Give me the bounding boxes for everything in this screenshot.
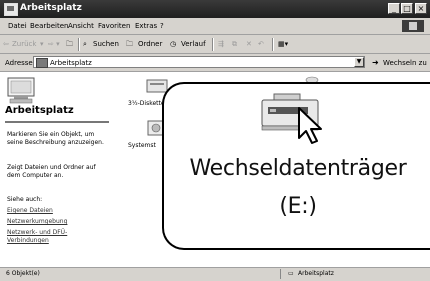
undo-icon[interactable]: ↶ bbox=[258, 40, 264, 48]
computer-icon bbox=[36, 58, 48, 68]
back-button[interactable]: Zurück bbox=[12, 40, 36, 48]
up-folder-icon[interactable]: 🗀 bbox=[66, 40, 73, 51]
link-netzwerkumgebung[interactable]: Netzwerkumgebung bbox=[7, 218, 67, 225]
status-location: Arbeitsplatz bbox=[298, 270, 334, 277]
toolbar-divider bbox=[272, 38, 274, 51]
copy-to-icon[interactable]: ⧉ bbox=[232, 40, 237, 49]
address-bar: Adresse Arbeitsplatz ▼ ➜ Wechseln zu bbox=[0, 54, 430, 72]
close-button[interactable]: × bbox=[415, 3, 427, 14]
folders-button[interactable]: Ordner bbox=[138, 40, 162, 48]
mouse-cursor-icon bbox=[298, 107, 322, 144]
back-arrow-icon: ⇦ bbox=[3, 40, 9, 48]
status-divider bbox=[280, 269, 281, 279]
window-title: Arbeitsplatz bbox=[20, 3, 82, 13]
drive-letter[interactable]: (E:) bbox=[164, 194, 430, 219]
link-eigene-dateien[interactable]: Eigene Dateien bbox=[7, 207, 53, 214]
go-button[interactable]: Wechseln zu bbox=[383, 59, 427, 67]
menu-bar: Datei Bearbeiten Ansicht Favoriten Extra… bbox=[0, 18, 430, 35]
title-bar: Arbeitsplatz _ □ × bbox=[0, 0, 430, 18]
back-dropdown-icon[interactable]: ▾ bbox=[40, 40, 44, 48]
views-icon[interactable]: ▦▾ bbox=[278, 40, 288, 48]
menu-favoriten[interactable]: Favoriten bbox=[98, 22, 130, 30]
forward-button[interactable]: ⇨ ▾ bbox=[48, 40, 60, 48]
menu-bearbeiten[interactable]: Bearbeiten bbox=[30, 22, 68, 30]
menu-datei[interactable]: Datei bbox=[8, 22, 27, 30]
menu-ansicht[interactable]: Ansicht bbox=[68, 22, 94, 30]
left-pane-description: Markieren Sie ein Objekt, um seine Besch… bbox=[7, 131, 104, 146]
folders-icon: 🗀 bbox=[126, 40, 133, 48]
address-input[interactable]: Arbeitsplatz bbox=[33, 56, 365, 68]
maximize-button[interactable]: □ bbox=[401, 3, 413, 14]
toolbar: ⇦ Zurück ▾ ⇨ ▾ 🗀 ⌕ Suchen 🗀 Ordner ◷ Ver… bbox=[0, 35, 430, 54]
left-pane-heading: Arbeitsplatz bbox=[5, 105, 74, 116]
search-icon: ⌕ bbox=[83, 40, 87, 48]
link-netzwerk-verbindungen[interactable]: Netzwerk- und DFÜ-Verbindungen bbox=[7, 229, 77, 245]
see-also-label: Siehe auch: bbox=[7, 196, 43, 203]
status-computer-icon: ▭ bbox=[288, 270, 294, 277]
toolbar-divider bbox=[212, 38, 214, 51]
toolbar-divider bbox=[78, 38, 80, 51]
address-value: Arbeitsplatz bbox=[50, 59, 92, 67]
history-icon: ◷ bbox=[170, 40, 177, 48]
windows-logo-icon bbox=[402, 20, 424, 32]
left-pane-info: Zeigt Dateien und Ordner auf dem Compute… bbox=[7, 164, 96, 179]
drive-label[interactable]: Wechseldatenträger bbox=[164, 156, 430, 181]
system-control-label[interactable]: Systemst bbox=[128, 142, 156, 149]
go-arrow-icon[interactable]: ➜ bbox=[372, 58, 379, 67]
zoom-callout: Wechseldatenträger (E:) bbox=[162, 82, 430, 250]
computer-icon bbox=[4, 3, 18, 16]
minimize-button[interactable]: _ bbox=[388, 3, 400, 14]
status-object-count: 6 Objekt(e) bbox=[6, 270, 40, 277]
address-dropdown-button[interactable]: ▼ bbox=[354, 57, 364, 67]
menu-extras[interactable]: Extras bbox=[135, 22, 157, 30]
move-to-icon[interactable]: ⇶ bbox=[218, 40, 224, 48]
history-button[interactable]: Verlauf bbox=[181, 40, 206, 48]
heading-divider bbox=[5, 121, 109, 123]
search-button[interactable]: Suchen bbox=[93, 40, 119, 48]
delete-icon[interactable]: ✕ bbox=[246, 40, 252, 48]
address-label: Adresse bbox=[5, 59, 33, 67]
my-computer-icon bbox=[7, 77, 35, 104]
menu-help[interactable]: ? bbox=[160, 22, 164, 30]
floppy-drive-label[interactable]: 3½-Diskette bbox=[128, 100, 165, 107]
status-bar: 6 Objekt(e) ▭ Arbeitsplatz bbox=[0, 267, 430, 281]
